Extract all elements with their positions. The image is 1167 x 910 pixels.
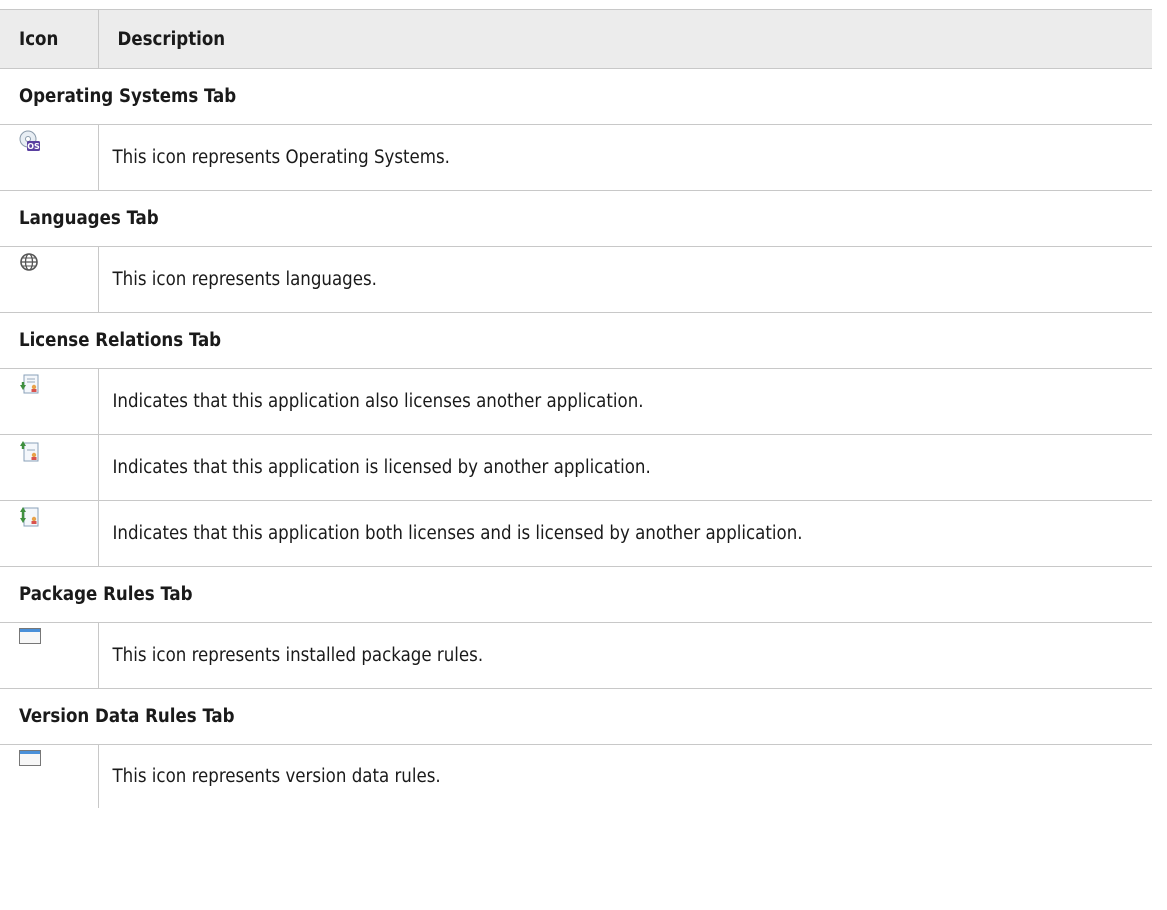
icon-cell xyxy=(0,744,99,808)
section-title-package-rules: Package Rules Tab xyxy=(0,566,1152,623)
globe-icon xyxy=(19,252,98,272)
icon-cell xyxy=(0,368,99,435)
table-row: This icon represents installed package r… xyxy=(0,622,1152,689)
icon-cell xyxy=(0,246,99,313)
description-cell: Indicates that this application both lic… xyxy=(97,500,1152,567)
licensed-by-another-icon xyxy=(19,440,98,462)
table-row: Indicates that this application is licen… xyxy=(0,434,1152,501)
table-header-row: Icon Description xyxy=(0,9,1152,69)
icon-cell xyxy=(0,434,99,501)
section-row: Version Data Rules Tab xyxy=(0,688,1152,745)
licenses-both-icon xyxy=(19,506,98,528)
window-icon xyxy=(19,628,98,646)
licenses-another-icon xyxy=(19,374,98,396)
description-cell: This icon represents version data rules. xyxy=(97,744,1152,808)
description-cell: This icon represents languages. xyxy=(97,246,1152,313)
icon-legend-table: Icon Description Operating Systems Tab O… xyxy=(0,9,1152,808)
section-row: Package Rules Tab xyxy=(0,566,1152,623)
svg-text:OS: OS xyxy=(27,142,40,151)
icon-cell xyxy=(0,500,99,567)
icon-cell xyxy=(0,622,99,689)
section-row: Operating Systems Tab xyxy=(0,68,1152,125)
description-cell: Indicates that this application also lic… xyxy=(97,368,1152,435)
window-icon xyxy=(19,750,98,768)
header-description: Description xyxy=(97,9,1152,69)
description-cell: This icon represents Operating Systems. xyxy=(97,124,1152,191)
table-row: Indicates that this application also lic… xyxy=(0,368,1152,435)
table-row: This icon represents version data rules. xyxy=(0,744,1152,808)
header-icon: Icon xyxy=(0,9,99,69)
description-cell: Indicates that this application is licen… xyxy=(97,434,1152,501)
section-title-languages: Languages Tab xyxy=(0,190,1152,247)
description-cell: This icon represents installed package r… xyxy=(97,622,1152,689)
table-row: This icon represents languages. xyxy=(0,246,1152,313)
section-title-operating-systems: Operating Systems Tab xyxy=(0,68,1152,125)
table-row: OS This icon represents Operating System… xyxy=(0,124,1152,191)
section-title-license-relations: License Relations Tab xyxy=(0,312,1152,369)
section-row: License Relations Tab xyxy=(0,312,1152,369)
section-title-version-data-rules: Version Data Rules Tab xyxy=(0,688,1152,745)
table-row: Indicates that this application both lic… xyxy=(0,500,1152,567)
os-disc-icon: OS xyxy=(19,130,98,152)
section-row: Languages Tab xyxy=(0,190,1152,247)
icon-cell: OS xyxy=(0,124,99,191)
